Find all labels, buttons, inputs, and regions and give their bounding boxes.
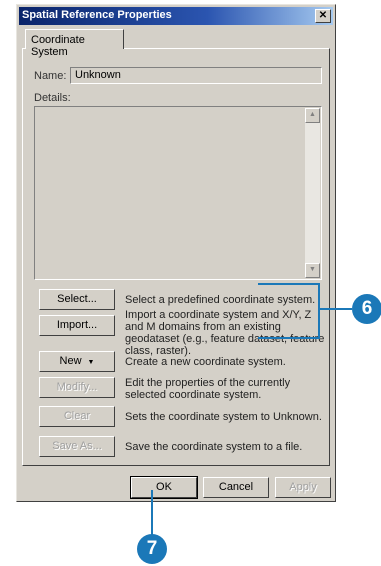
callout-7-badge: 7 (137, 534, 167, 564)
new-button[interactable]: New ▼ (39, 351, 115, 372)
dropdown-arrow-icon: ▼ (87, 359, 95, 366)
details-scrollbar[interactable]: ▲ ▼ (305, 108, 320, 278)
new-button-label: New (59, 355, 82, 367)
scroll-down-icon[interactable]: ▼ (305, 263, 320, 278)
callout-bracket (258, 283, 320, 339)
new-description: Create a new coordinate system. (125, 356, 286, 368)
callout-6-line (318, 308, 352, 310)
cancel-button[interactable]: Cancel (203, 477, 269, 498)
title-bar[interactable]: Spatial Reference Properties ✕ (19, 7, 333, 25)
coordinate-system-panel: Name: Unknown Details: ▲ ▼ Select... Sel… (22, 48, 330, 466)
select-button[interactable]: Select... (39, 289, 115, 310)
callout-7-line (151, 490, 153, 538)
dialog-title: Spatial Reference Properties (22, 9, 172, 21)
tab-coordinate-system[interactable]: Coordinate System (25, 29, 124, 58)
modify-button[interactable]: Modify... (39, 377, 115, 398)
details-label: Details: (34, 92, 71, 104)
modify-description: Edit the properties of the currently sel… (125, 377, 291, 401)
name-field: Unknown (70, 67, 322, 84)
clear-button[interactable]: Clear (39, 406, 115, 427)
close-icon[interactable]: ✕ (315, 9, 331, 23)
save-as-button[interactable]: Save As... (39, 436, 115, 457)
import-button[interactable]: Import... (39, 315, 115, 336)
save-as-description: Save the coordinate system to a file. (125, 441, 303, 453)
spatial-reference-dialog: Spatial Reference Properties ✕ Coordinat… (16, 4, 336, 502)
apply-button[interactable]: Apply (275, 477, 331, 498)
clear-description: Sets the coordinate system to Unknown. (125, 411, 322, 423)
ok-button[interactable]: OK (130, 476, 198, 499)
scroll-up-icon[interactable]: ▲ (305, 108, 320, 123)
callout-6-badge: 6 (352, 294, 381, 324)
name-label: Name: (34, 70, 67, 82)
details-textbox[interactable]: ▲ ▼ (34, 106, 322, 280)
